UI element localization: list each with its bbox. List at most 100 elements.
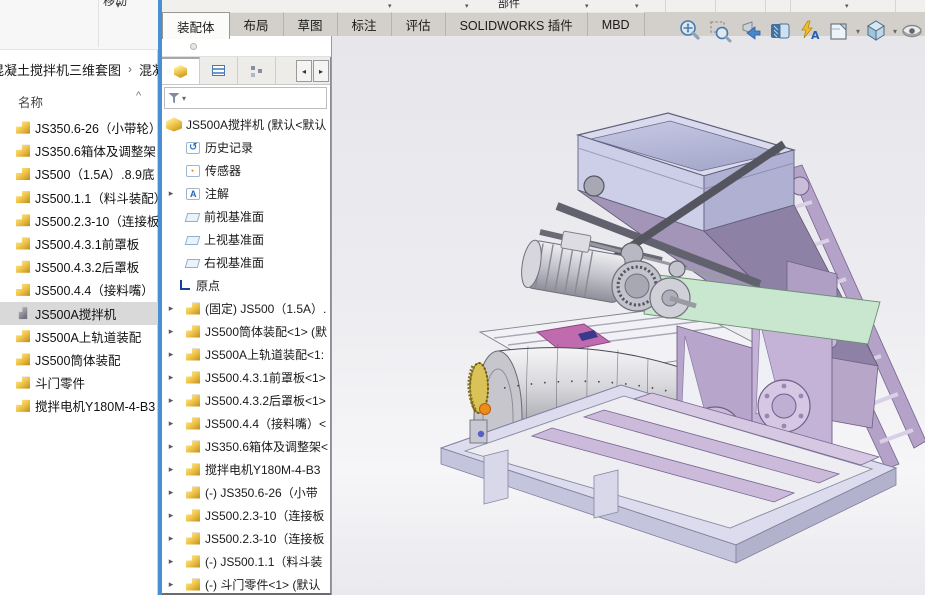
commandmanager-tab[interactable]: 标注 <box>338 12 392 36</box>
feature-tree-item[interactable]: (固定) JS500（1.5A）. <box>162 297 330 320</box>
file-list-item[interactable]: JS500.1.1（料斗装配） <box>0 186 158 209</box>
chevron-down-icon[interactable]: ▾ <box>182 94 186 103</box>
feature-tree-item[interactable]: JS350.6箱体及调整架< <box>162 435 330 458</box>
model-js500a-mixer[interactable] <box>332 36 925 595</box>
file-list-item[interactable]: JS350.6箱体及调整架 <box>0 139 158 162</box>
file-list-item[interactable]: JS500.4.3.2后罩板 <box>0 255 158 278</box>
expand-arrow-icon[interactable] <box>164 395 178 406</box>
chevron-down-icon[interactable]: ▾ <box>388 2 392 10</box>
file-list-item[interactable]: JS350.6-26（小带轮） <box>0 116 158 139</box>
expand-arrow-icon[interactable] <box>164 372 178 383</box>
file-type-icon <box>16 122 30 134</box>
feature-tree-item[interactable]: JS500.4.4（接料嘴）< <box>162 412 330 435</box>
panel-splitter-handle[interactable] <box>190 43 197 50</box>
chevron-down-icon[interactable]: ▾ <box>465 2 469 10</box>
file-list-item[interactable]: JS500筒体装配 <box>0 348 158 371</box>
previous-view-icon[interactable] <box>736 18 764 44</box>
file-list-item[interactable]: JS500.4.4（接料嘴） <box>0 278 158 301</box>
feature-tree-item[interactable]: (-) JS350.6-26（小带 <box>162 481 330 504</box>
file-list-item[interactable]: JS500（1.5A）.8.9底 <box>0 162 158 185</box>
expand-arrow-icon[interactable] <box>164 303 178 314</box>
feature-tree-item[interactable]: JS500.4.3.2后罩板<1> <box>162 389 330 412</box>
expand-arrow-icon[interactable] <box>164 441 178 452</box>
breadcrumb-folder[interactable]: 混凝土搅拌机三维套图 <box>0 60 121 79</box>
scroll-left-button[interactable]: ◂ <box>296 60 312 82</box>
toolbar-separator <box>715 0 716 12</box>
file-name: JS500（1.5A）.8.9底 <box>35 164 155 183</box>
explorer-column-header[interactable]: 名称 ^ <box>0 88 158 112</box>
commandmanager-tab[interactable]: 评估 <box>392 12 446 36</box>
tree-filter-field[interactable]: ▾ <box>164 87 327 109</box>
feature-tree-item[interactable]: JS500A上轨道装配<1: <box>162 343 330 366</box>
file-name: JS350.6-26（小带轮） <box>35 118 158 137</box>
file-explorer-window[interactable]: 移动 ▾ 混凝土搅拌机三维套图 › 混凝 名称 ^ JS350.6-26（小带轮… <box>0 0 158 595</box>
expand-arrow-icon[interactable] <box>164 464 178 475</box>
breadcrumb-subfolder[interactable]: 混凝 <box>139 60 158 79</box>
expand-arrow-icon[interactable] <box>164 487 178 498</box>
file-list-item[interactable]: JS500A上轨道装配 <box>0 325 158 348</box>
feature-tree-item[interactable]: (-) 斗门零件<1> (默认 <box>162 573 330 593</box>
commandmanager-tab[interactable]: 布局 <box>230 12 284 36</box>
feature-tree-item[interactable]: (-) JS500.1.1（料斗装 <box>162 550 330 573</box>
feature-tree-item[interactable]: JS500筒体装配<1> (默 <box>162 320 330 343</box>
section-view-icon[interactable] <box>766 18 794 44</box>
feature-tree-item[interactable]: 传感器 <box>162 159 330 182</box>
feature-tree-item[interactable]: 前视基准面 <box>162 205 330 228</box>
expand-arrow-icon[interactable] <box>164 579 178 590</box>
expand-arrow-icon[interactable] <box>164 556 178 567</box>
commandmanager-tab[interactable]: SOLIDWORKS 插件 <box>446 12 588 36</box>
scroll-right-button[interactable]: ▸ <box>313 60 329 82</box>
file-list-item[interactable]: JS500A搅拌机 <box>0 302 158 325</box>
model-orange-knob[interactable] <box>480 404 491 415</box>
configurationmanager-tab[interactable] <box>238 57 276 84</box>
chevron-down-icon[interactable]: ▾ <box>856 27 860 36</box>
clipped-button-label[interactable]: 部件 <box>498 0 520 12</box>
feature-tree-item[interactable]: 搅拌电机Y180M-4-B3 <box>162 458 330 481</box>
zoom-to-fit-icon[interactable] <box>676 18 704 44</box>
feature-tree-item[interactable]: 右视基准面 <box>162 251 330 274</box>
feature-tree-item[interactable]: JS500.4.3.1前罩板<1> <box>162 366 330 389</box>
expand-arrow-icon[interactable] <box>164 510 178 521</box>
breadcrumb[interactable]: 混凝土搅拌机三维套图 › 混凝 <box>0 56 158 82</box>
hide-show-items-icon[interactable] <box>899 18 925 44</box>
file-list-item[interactable]: JS500.2.3-10（连接板 <box>0 209 158 232</box>
panel-top-strip <box>162 36 331 57</box>
file-type-icon <box>16 307 30 319</box>
commandmanager-tab[interactable]: 草图 <box>284 12 338 36</box>
file-list-item[interactable]: 斗门零件 <box>0 371 158 394</box>
tree-item-label: 上视基准面 <box>204 231 264 248</box>
view-orientation-icon[interactable] <box>826 18 853 44</box>
feature-tree-item[interactable]: JS500A搅拌机 (默认<默认 <box>162 113 330 136</box>
annotation-view-icon[interactable]: A <box>796 18 824 44</box>
chevron-down-icon[interactable]: ▾ <box>585 2 589 10</box>
name-column-label[interactable]: 名称 <box>18 92 43 111</box>
zoom-to-area-icon[interactable] <box>706 18 734 44</box>
expand-arrow-icon[interactable] <box>164 188 178 199</box>
expand-arrow-icon[interactable] <box>164 533 178 544</box>
commandmanager-tab[interactable]: 装配体 <box>162 12 230 39</box>
file-list-item[interactable]: 搅拌电机Y180M-4-B3 <box>0 394 158 417</box>
featuremanager-tree-tab[interactable] <box>162 57 200 84</box>
graphics-viewport[interactable] <box>331 36 925 595</box>
feature-tree-item[interactable]: JS500.2.3-10（连接板 <box>162 504 330 527</box>
expand-arrow-icon[interactable] <box>164 326 178 337</box>
feature-tree-item[interactable]: 上视基准面 <box>162 228 330 251</box>
chevron-down-icon[interactable]: ▾ <box>845 2 849 10</box>
feature-tree-item[interactable]: 注解 <box>162 182 330 205</box>
explorer-ribbon-clipped-button[interactable]: 移动 <box>103 0 143 6</box>
display-style-icon[interactable] <box>862 18 890 44</box>
feature-tree-item[interactable]: 历史记录 <box>162 136 330 159</box>
feature-tree-item[interactable]: 原点 <box>162 274 330 297</box>
filter-funnel-icon[interactable] <box>168 93 180 104</box>
expand-arrow-icon[interactable] <box>164 349 178 360</box>
file-list-item[interactable]: JS500.4.3.1前罩板 <box>0 232 158 255</box>
collapse-chevron-icon[interactable]: ^ <box>136 90 141 102</box>
file-name: JS500A搅拌机 <box>35 304 116 323</box>
feature-tree-item[interactable]: JS500.2.3-10（连接板 <box>162 527 330 550</box>
commandmanager-tab[interactable]: MBD <box>588 12 645 36</box>
chevron-down-icon[interactable]: ▾ <box>635 2 639 10</box>
chevron-down-icon[interactable]: ▾ <box>893 27 897 36</box>
chevron-down-icon[interactable]: ▾ <box>116 1 120 10</box>
propertymanager-tab[interactable] <box>200 57 238 84</box>
expand-arrow-icon[interactable] <box>164 418 178 429</box>
